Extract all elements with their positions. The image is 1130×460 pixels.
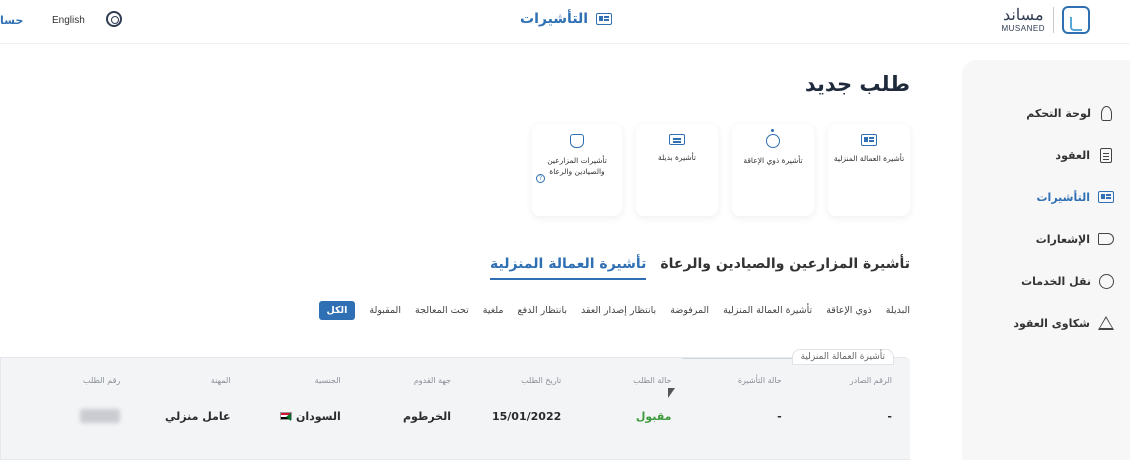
sidebar-item-visas[interactable]: التأشيرات [962, 176, 1130, 218]
megaphone-icon [1098, 233, 1114, 245]
account-link[interactable]: حسا [0, 14, 23, 27]
status-filters: الكل المقبولة تحت المعالجة ملغية بانتظار… [318, 301, 910, 320]
top-header: مساند MUSANED التأشيرات English حسا [0, 0, 1130, 44]
sidebar: لوحة التحكم العقود التأشيرات الإشعارات ن… [962, 60, 1130, 460]
help-icon[interactable]: ? [536, 174, 545, 183]
wheelchair-icon [766, 129, 780, 148]
nationality-cell: السودان [231, 409, 341, 423]
card-label: تأشيرة العمالة المنزلية [833, 154, 905, 163]
language-switch[interactable]: English [52, 15, 85, 26]
sidebar-item-label: لوحة التحكم [1026, 106, 1091, 120]
support-headset-icon[interactable] [106, 11, 122, 27]
filter-domestic-labor[interactable]: تأشيرة العمالة المنزلية [723, 305, 812, 316]
musaned-logo-icon [1062, 6, 1090, 34]
sidebar-item-label: العقود [1055, 148, 1090, 162]
filter-rejected[interactable]: المرفوضة [670, 305, 709, 316]
panel-legend: تأشيرة العمالة المنزلية [791, 349, 894, 365]
legend-divider [682, 358, 802, 359]
status-cell: مقبول [635, 409, 672, 423]
card-label: تأشيرة بديلة [658, 153, 696, 162]
id-card-icon [1098, 191, 1114, 203]
filter-replacement[interactable]: البديلة [886, 305, 910, 316]
card-domestic-labor-visa[interactable]: تأشيرة العمالة المنزلية [828, 124, 910, 216]
document-icon [1100, 147, 1112, 163]
results-table: رقم الطلب المهنة الجنسية جهة القدوم تاري… [10, 376, 892, 423]
filter-awaiting-contract[interactable]: بانتظار إصدار العقد [581, 305, 656, 316]
filter-processing[interactable]: تحت المعالجة [415, 305, 469, 316]
filter-awaiting-payment[interactable]: بانتظار الدفع [518, 305, 567, 316]
results-panel: تأشيرة العمالة المنزلية رقم الطلب المهنة… [0, 349, 910, 460]
column-header: تاريخ الطلب [521, 376, 562, 385]
filter-cancelled[interactable]: ملغية [483, 305, 504, 316]
profession-cell: عامل منزلي [164, 409, 231, 423]
filter-disability[interactable]: ذوي الإعاقة [826, 305, 872, 316]
new-request-title: طلب جديد [804, 72, 910, 96]
visa-tabs: تأشيرة العمالة المنزلية تأشيرة المزارعين… [490, 256, 910, 280]
brand-text: مساند MUSANED [1001, 7, 1045, 33]
rocket-icon [1101, 105, 1112, 121]
tab-domestic-labor[interactable]: تأشيرة العمالة المنزلية [490, 256, 647, 280]
warning-icon [1098, 316, 1114, 330]
card-disability-visa[interactable]: تأشيرة ذوي الإعاقة [732, 124, 814, 216]
column-header: الرقم الصادر [849, 376, 892, 385]
nationality-text: السودان [295, 409, 341, 423]
sidebar-item-contracts[interactable]: العقود [962, 134, 1130, 176]
column-header: المهنة [210, 376, 231, 385]
column-header: الجنسية [314, 376, 341, 385]
sidebar-item-dashboard[interactable]: لوحة التحكم [962, 92, 1130, 134]
sidebar-item-label: الإشعارات [1035, 232, 1090, 246]
date-cell: 15/01/2022 [491, 409, 562, 423]
column-header: رقم الطلب [82, 376, 121, 385]
filter-all[interactable]: الكل [318, 301, 356, 320]
filter-accepted[interactable]: المقبولة [369, 305, 401, 316]
card-replacement-visa[interactable]: تأشيرة بديلة [636, 124, 718, 216]
redacted-request-number [80, 409, 121, 423]
sidebar-item-label: شكاوى العقود [1013, 316, 1090, 330]
brand-divider [1053, 7, 1054, 33]
sidebar-item-label: نقل الخدمات [1021, 274, 1091, 288]
column-header: حالة الطلب [633, 376, 672, 385]
card-farmers-visa[interactable]: تأشيرات المزارعين والصيادين والرعاة ? [532, 124, 622, 216]
sidebar-item-label: التأشيرات [1036, 190, 1091, 204]
sidebar-item-contract-complaints[interactable]: شكاوى العقود [962, 302, 1130, 344]
page-title: التأشيرات [520, 11, 589, 27]
sudan-flag-icon [279, 412, 292, 421]
page-heading: التأشيرات [520, 11, 613, 27]
id-card-icon [596, 13, 613, 25]
visa-status-cell: - [777, 409, 782, 423]
id-card-icon [861, 134, 877, 146]
column-header: حالة التأشيرة [737, 376, 782, 385]
transfer-icon [1099, 273, 1114, 289]
table-row[interactable]: عامل منزلي السودان الخرطوم 15/01/2022 مق… [10, 409, 892, 423]
sidebar-item-notifications[interactable]: الإشعارات [962, 218, 1130, 260]
card-label: تأشيرة ذوي الإعاقة [743, 156, 803, 165]
card-label: تأشيرات المزارعين والصيادين والرعاة [547, 156, 607, 176]
brand-name-en: MUSANED [1001, 24, 1045, 33]
sidebar-item-service-transfer[interactable]: نقل الخدمات [962, 260, 1130, 302]
brand-logo[interactable]: مساند MUSANED [1001, 6, 1090, 34]
tab-farmers[interactable]: تأشيرة المزارعين والصيادين والرعاة [660, 256, 910, 280]
swap-card-icon [669, 134, 685, 145]
table-header: رقم الطلب المهنة الجنسية جهة القدوم تاري… [10, 376, 892, 385]
visa-type-cards: تأشيرة العمالة المنزلية تأشيرة ذوي الإعا… [532, 124, 910, 216]
request-number-cell [10, 409, 121, 423]
arrival-cell: الخرطوم [403, 409, 451, 423]
farmer-icon [570, 134, 584, 148]
mouse-cursor-icon [668, 388, 675, 398]
brand-name-ar: مساند [1002, 5, 1044, 24]
issued-number-cell: - [887, 409, 892, 423]
column-header: جهة القدوم [413, 376, 451, 385]
